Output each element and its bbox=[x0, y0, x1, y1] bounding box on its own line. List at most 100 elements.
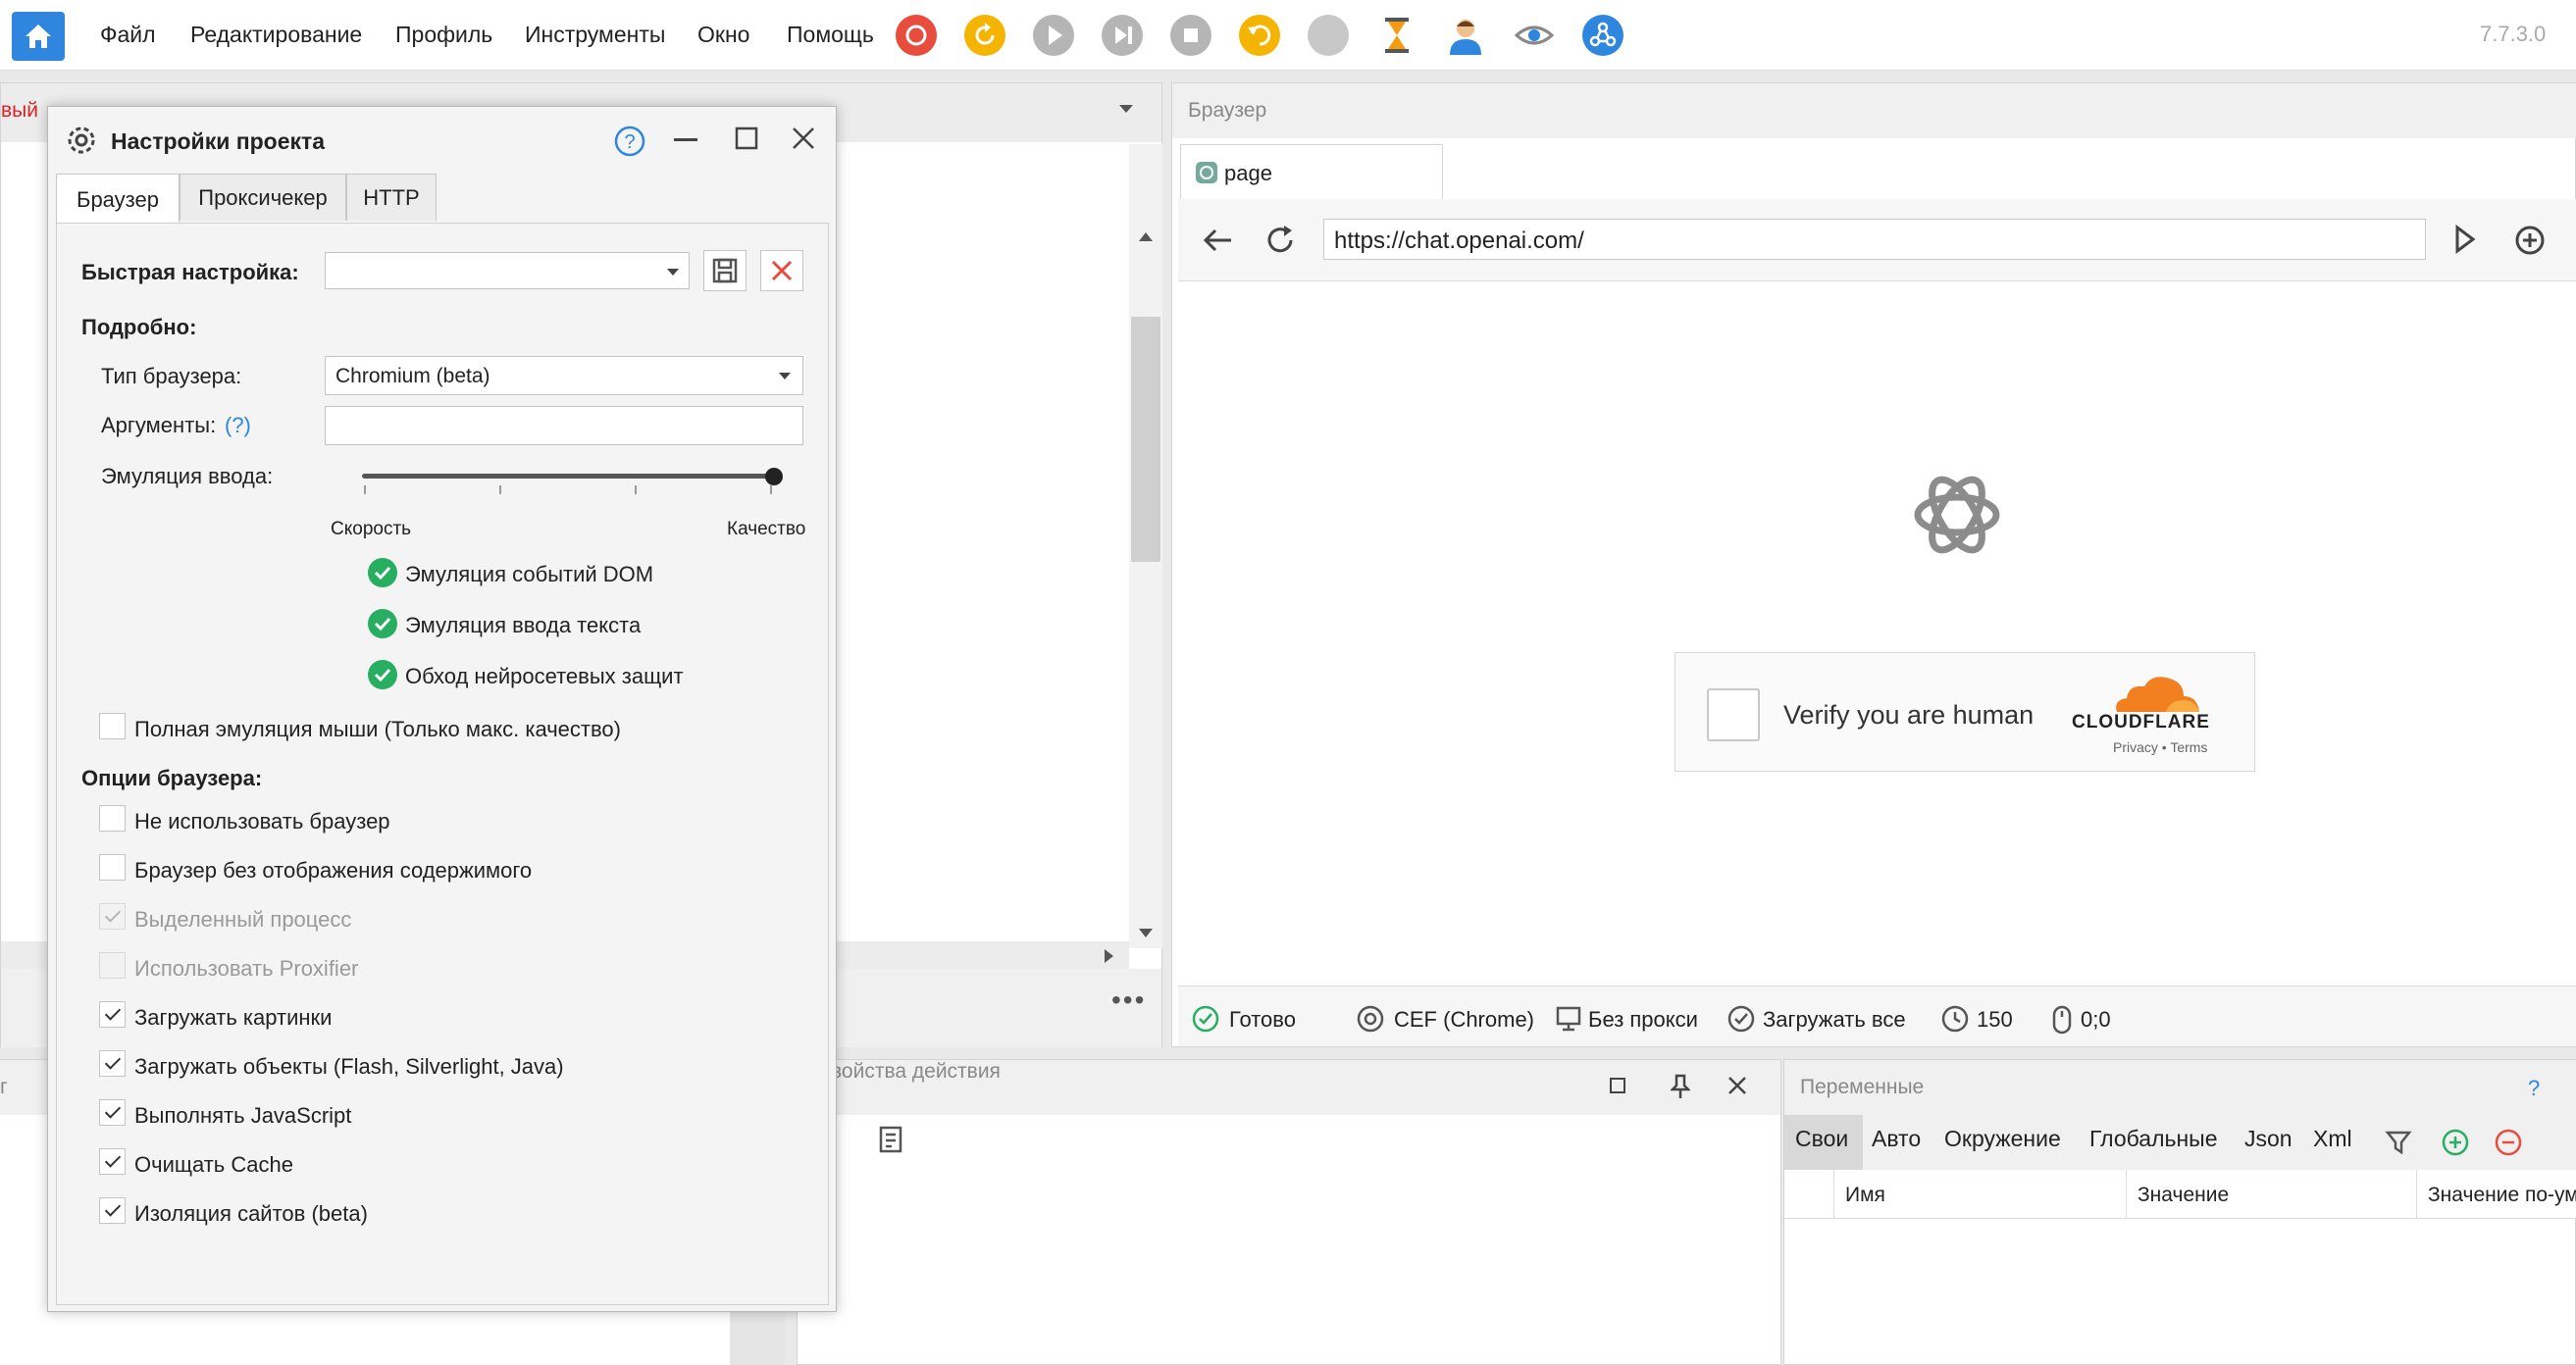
full-mouse-label: Полная эмуляция мыши (Только макс. качес… bbox=[134, 717, 621, 741]
check-circle-icon[interactable] bbox=[368, 660, 397, 689]
browser-tab-title: page bbox=[1224, 161, 1272, 185]
integrations-button[interactable] bbox=[1581, 14, 1624, 57]
gear-icon bbox=[68, 126, 95, 154]
variables-help-icon[interactable]: ? bbox=[2528, 1076, 2540, 1101]
tab-browser[interactable]: Браузер bbox=[56, 174, 180, 225]
emulation-dom-label: Эмуляция событий DOM bbox=[405, 562, 654, 586]
dialog-title: Настройки проекта bbox=[111, 128, 326, 154]
browser-type-select[interactable]: Chromium (beta) bbox=[325, 356, 803, 395]
menu-file[interactable]: Файл bbox=[100, 22, 156, 48]
minimize-icon[interactable] bbox=[674, 138, 697, 142]
menu-tools[interactable]: Инструменты bbox=[525, 22, 665, 48]
variables-tab-json[interactable]: Json bbox=[2244, 1126, 2293, 1152]
menu-profile[interactable]: Профиль bbox=[395, 22, 492, 48]
pause-button[interactable] bbox=[1307, 14, 1350, 57]
top-toolbar: Файл Редактирование Профиль Инструменты … bbox=[0, 0, 2576, 71]
vertical-scrollbar[interactable] bbox=[1129, 144, 1162, 948]
reload-icon[interactable] bbox=[1264, 225, 1296, 256]
filter-icon[interactable] bbox=[2385, 1129, 2412, 1156]
browser-option-checkbox[interactable] bbox=[99, 1099, 126, 1126]
variables-panel: Переменные ? Свои Авто Окружение Глобаль… bbox=[1783, 1059, 2576, 1365]
tab-proxychecker[interactable]: Проксичекер bbox=[180, 174, 346, 221]
browser-viewport[interactable]: Verify you are human CLOUDFLARE Privacy … bbox=[1178, 281, 2576, 986]
ready-check-icon bbox=[1192, 1005, 1219, 1033]
scroll-down-icon[interactable] bbox=[1139, 929, 1153, 937]
stop-button[interactable] bbox=[1169, 14, 1212, 57]
check-circle-icon[interactable] bbox=[368, 609, 397, 638]
chevron-down-icon[interactable] bbox=[1119, 105, 1133, 113]
slider-thumb[interactable] bbox=[765, 468, 783, 485]
zoom-in-icon[interactable] bbox=[2514, 225, 2546, 256]
browser-option-label: Браузер без отображения содержимого bbox=[134, 858, 533, 883]
browser-option-checkbox[interactable] bbox=[99, 854, 126, 881]
variables-tab-xml[interactable]: Xml bbox=[2313, 1126, 2352, 1152]
browser-option-checkbox[interactable] bbox=[99, 805, 126, 832]
menu-window[interactable]: Окно bbox=[697, 22, 749, 48]
save-preset-button[interactable] bbox=[703, 250, 747, 291]
stop-icon bbox=[1170, 15, 1211, 56]
close-icon[interactable] bbox=[1727, 1076, 1747, 1095]
eye-icon bbox=[1514, 25, 1555, 45]
cloudflare-widget: Verify you are human CLOUDFLARE Privacy … bbox=[1674, 652, 2255, 772]
status-load[interactable]: Загружать все bbox=[1763, 1007, 1906, 1033]
arguments-help-link[interactable]: (?) bbox=[225, 413, 251, 438]
column-value[interactable]: Значение bbox=[2138, 1184, 2229, 1207]
arguments-input[interactable] bbox=[325, 406, 803, 445]
maximize-window-icon[interactable] bbox=[735, 126, 758, 150]
variables-tab-auto[interactable]: Авто bbox=[1872, 1126, 1921, 1152]
menu-edit[interactable]: Редактирование bbox=[190, 22, 362, 48]
browser-tab-page[interactable]: page bbox=[1180, 144, 1443, 199]
browser-option-checkbox[interactable] bbox=[99, 1050, 126, 1077]
cloudflare-links[interactable]: Privacy • Terms bbox=[2113, 739, 2207, 755]
home-button[interactable] bbox=[12, 12, 65, 61]
column-default-value[interactable]: Значение по-ум bbox=[2428, 1184, 2576, 1207]
maximize-icon[interactable] bbox=[1610, 1078, 1625, 1093]
emulation-text-label: Эмуляция ввода текста bbox=[405, 613, 642, 637]
user-icon bbox=[1450, 20, 1481, 55]
input-emulation-slider[interactable] bbox=[362, 460, 783, 499]
browser-option-checkbox[interactable] bbox=[99, 1001, 126, 1028]
delete-preset-button[interactable] bbox=[760, 250, 803, 291]
browser-option-checkbox[interactable] bbox=[99, 1148, 126, 1175]
action-settings-icon[interactable] bbox=[878, 1125, 909, 1156]
slider-min-label: Скорость bbox=[331, 519, 412, 539]
status-proxy[interactable]: Без прокси bbox=[1588, 1007, 1698, 1033]
browser-type-label: Тип браузера: bbox=[101, 364, 242, 388]
timer-button[interactable] bbox=[1375, 14, 1418, 57]
restart-button[interactable] bbox=[963, 14, 1006, 57]
scroll-right-icon[interactable] bbox=[1105, 949, 1113, 963]
remove-variable-icon[interactable] bbox=[2495, 1129, 2522, 1156]
go-icon[interactable] bbox=[2453, 225, 2477, 254]
url-input[interactable]: https://chat.openai.com/ bbox=[1323, 219, 2426, 260]
step-button[interactable] bbox=[1101, 14, 1144, 57]
view-button[interactable] bbox=[1513, 14, 1556, 57]
back-arrow-icon[interactable] bbox=[1202, 227, 1233, 254]
pin-icon[interactable] bbox=[1671, 1074, 1690, 1099]
variables-tab-global[interactable]: Глобальные bbox=[2089, 1126, 2218, 1152]
undo-button[interactable] bbox=[1238, 14, 1281, 57]
browser-option-checkbox[interactable] bbox=[99, 1197, 126, 1224]
scroll-thumb[interactable] bbox=[1131, 317, 1160, 562]
play-button[interactable] bbox=[1032, 14, 1075, 57]
add-variable-icon[interactable] bbox=[2442, 1129, 2469, 1156]
status-timeout[interactable]: 150 bbox=[1977, 1007, 2013, 1033]
variables-tab-own[interactable]: Свои bbox=[1795, 1126, 1848, 1152]
profile-button[interactable] bbox=[1444, 14, 1487, 57]
scroll-up-icon[interactable] bbox=[1139, 232, 1153, 241]
tab-http[interactable]: HTTP bbox=[346, 174, 437, 221]
more-options-icon[interactable]: ••• bbox=[1111, 985, 1146, 1016]
variables-tab-env[interactable]: Окружение bbox=[1944, 1126, 2061, 1152]
project-tab-fragment[interactable]: вый bbox=[1, 99, 38, 123]
record-button[interactable] bbox=[895, 14, 938, 57]
menu-help[interactable]: Помощь bbox=[787, 22, 874, 48]
captcha-checkbox[interactable] bbox=[1707, 688, 1760, 741]
quick-setup-select[interactable] bbox=[325, 252, 690, 289]
full-mouse-checkbox[interactable] bbox=[99, 713, 126, 739]
help-icon[interactable]: ? bbox=[613, 125, 646, 158]
clock-icon bbox=[1941, 1005, 1969, 1033]
check-circle-icon[interactable] bbox=[368, 558, 397, 587]
dialog-close-icon[interactable] bbox=[792, 126, 815, 150]
dialog-titlebar: Настройки проекта ? bbox=[48, 107, 836, 174]
status-engine[interactable]: CEF (Chrome) bbox=[1394, 1007, 1534, 1033]
column-name[interactable]: Имя bbox=[1845, 1184, 1885, 1207]
